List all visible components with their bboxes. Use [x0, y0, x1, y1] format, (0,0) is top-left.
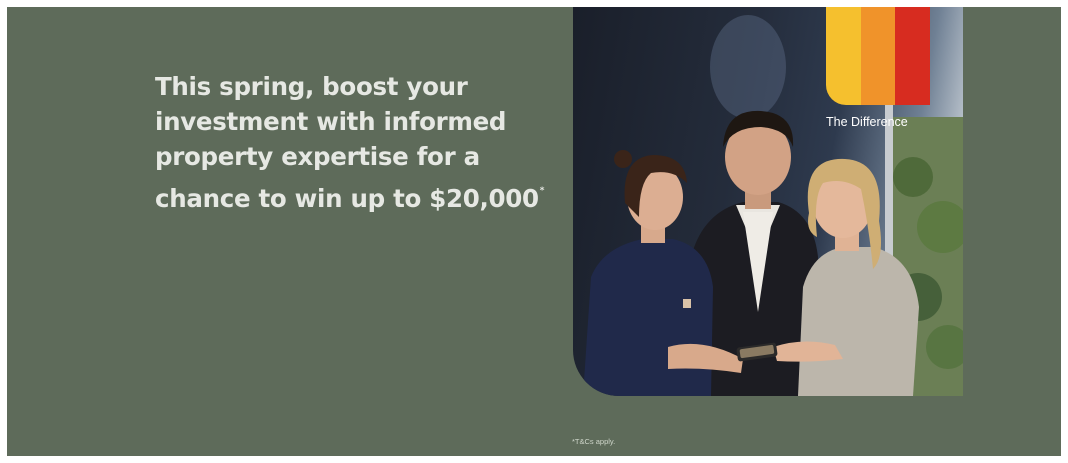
- headline-line: property expertise for a: [155, 142, 480, 171]
- brand-logo: [826, 7, 930, 105]
- woman-left-top: [583, 239, 713, 396]
- terms-note: *T&Cs apply.: [572, 437, 616, 446]
- headline-line: chance to win up to $20,000: [155, 184, 539, 213]
- headline-line-last: chance to win up to $20,000*: [155, 174, 575, 216]
- logo-bar-orange: [861, 7, 895, 105]
- headline-line: investment with informed: [155, 107, 507, 136]
- terms-marker: *: [539, 186, 545, 196]
- woman-right-top: [798, 247, 919, 396]
- promo-headline: This spring, boost your investment with …: [155, 69, 575, 216]
- headline-line: This spring, boost your: [155, 72, 468, 101]
- logo-bar-yellow: [826, 7, 861, 105]
- logo-bar-red: [895, 7, 930, 105]
- promo-banner[interactable]: This spring, boost your investment with …: [7, 7, 1061, 456]
- brand-tagline: The Difference: [826, 115, 908, 129]
